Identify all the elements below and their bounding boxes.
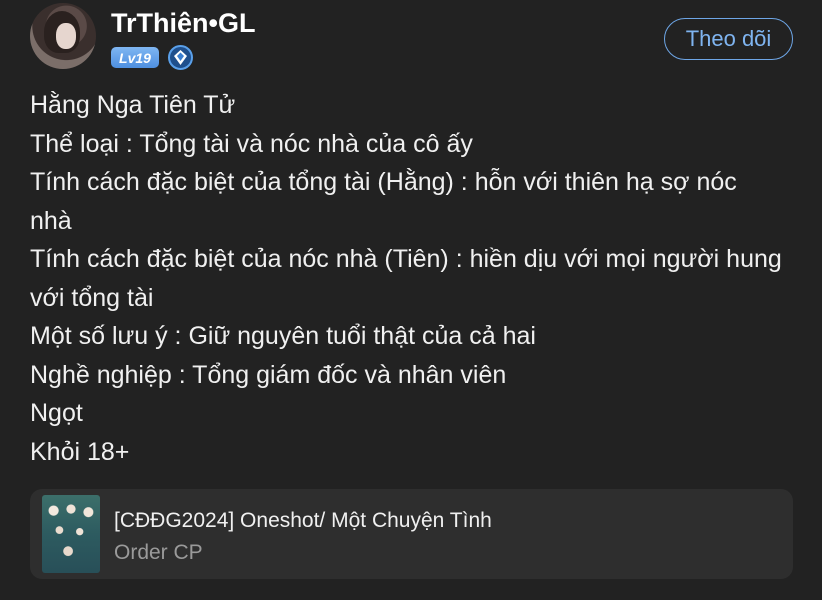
post-line: Hằng Nga Tiên Tử (30, 91, 236, 119)
author-avatar[interactable] (30, 3, 96, 69)
follow-button[interactable]: Theo dõi (664, 18, 793, 60)
post-body: Hằng Nga Tiên Tử Thể loại : Tổng tài và … (30, 86, 805, 471)
post-line: với tổng tài (30, 283, 154, 312)
story-title: [CĐĐG2024] Oneshot/ Một Chuyện Tình (114, 509, 492, 532)
story-subtitle: Order CP (114, 541, 203, 564)
post-line: Ngọt (30, 399, 83, 427)
post-line: Thể loại : Tổng tài và nóc nhà của cô ấy (30, 129, 473, 158)
post-line: Khỏi 18+ (30, 437, 130, 466)
post-line: Tính cách đặc biệt của tổng tài (Hằng) :… (30, 168, 737, 196)
post-line: Nghề nghiệp : Tổng giám đốc và nhân viên (30, 360, 507, 389)
story-cover-thumbnail (42, 495, 100, 573)
post-line: Một số lưu ý : Giữ nguyên tuổi thật của … (30, 322, 536, 350)
post-line: nhà (30, 206, 72, 235)
linked-story-card[interactable]: [CĐĐG2024] Oneshot/ Một Chuyện Tình Orde… (30, 489, 793, 579)
author-name[interactable]: TrThiên•GL (111, 8, 255, 39)
diamond-badge-icon (168, 45, 193, 70)
level-badge: Lv19 (111, 47, 159, 68)
post-line: Tính cách đặc biệt của nóc nhà (Tiên) : … (30, 245, 782, 273)
